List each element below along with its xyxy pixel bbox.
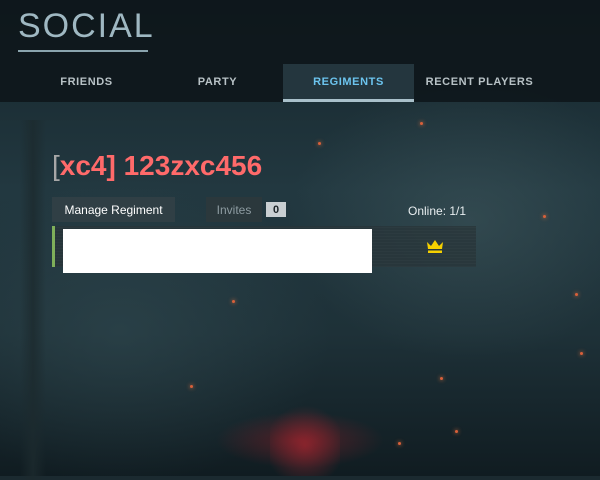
tab-regiments[interactable]: REGIMENTS — [283, 64, 414, 102]
regiment-title: [xc4] 123zxc456 — [52, 150, 262, 182]
ember-particle — [420, 122, 423, 125]
manage-regiment-button[interactable]: Manage Regiment — [52, 197, 175, 222]
ember-particle — [190, 385, 193, 388]
ember-particle — [575, 293, 578, 296]
regiment-tag: xc4 — [59, 150, 107, 181]
online-status-indicator — [52, 226, 55, 267]
ember-particle — [455, 430, 458, 433]
background-tree-trunk — [20, 120, 46, 480]
top-bar: SOCIAL FRIENDS PARTY REGIMENTS RECENT PL… — [0, 0, 600, 102]
ember-particle — [232, 300, 235, 303]
background-red-glow — [270, 400, 340, 476]
ember-particle — [440, 377, 443, 380]
ember-particle — [398, 442, 401, 445]
regiment-name: 123zxc456 — [123, 150, 263, 181]
tab-bar: FRIENDS PARTY REGIMENTS RECENT PLAYERS — [0, 64, 600, 102]
ember-particle — [318, 142, 321, 145]
tab-bar-end-spacer — [545, 64, 600, 100]
page-title: SOCIAL — [18, 7, 155, 45]
member-row[interactable] — [52, 226, 476, 273]
invites-button[interactable]: Invites — [206, 197, 262, 222]
tab-friends[interactable]: FRIENDS — [21, 64, 152, 100]
online-count: Online: 1/1 — [408, 204, 467, 218]
title-underline — [18, 50, 148, 52]
tab-recent-players[interactable]: RECENT PLAYERS — [414, 64, 545, 100]
regiment-tag-bracket-close: ] — [106, 150, 116, 181]
title-block: SOCIAL — [18, 6, 155, 52]
ember-particle — [543, 215, 546, 218]
tab-party[interactable]: PARTY — [152, 64, 283, 100]
ember-particle — [580, 352, 583, 355]
member-name — [63, 229, 372, 273]
invites-count-badge: 0 — [266, 202, 286, 217]
regiment-tag-bracket-open: [ — [52, 150, 60, 181]
